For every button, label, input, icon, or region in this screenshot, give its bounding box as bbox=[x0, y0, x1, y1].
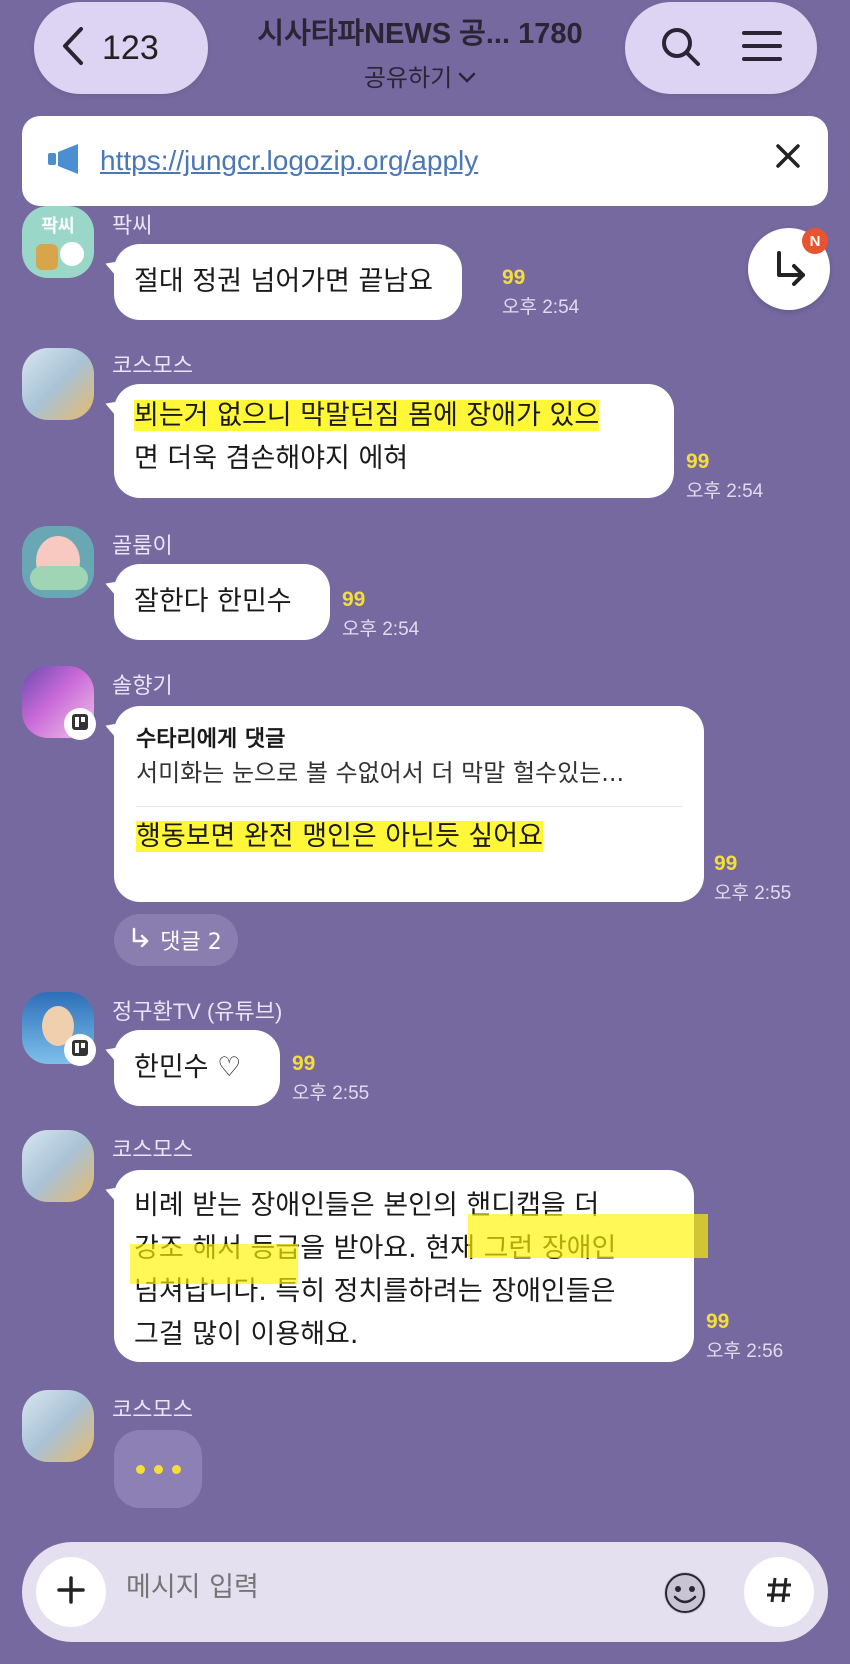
highlight-mark bbox=[468, 1214, 708, 1258]
bot-badge bbox=[64, 708, 96, 740]
sender-name: 정구환TV (유튜브) bbox=[112, 999, 283, 1024]
chevron-down-icon bbox=[458, 62, 476, 90]
unread-count: 99 bbox=[502, 266, 526, 289]
message-text: 잘한다 한민수 bbox=[134, 586, 292, 617]
unread-count: 99 bbox=[714, 852, 738, 875]
hashtag-button[interactable] bbox=[744, 1557, 814, 1627]
sender-name: 코스모스 bbox=[112, 1397, 193, 1422]
back-button[interactable]: 123 bbox=[34, 2, 208, 94]
unread-count: 99 bbox=[686, 450, 710, 473]
reply-divider bbox=[136, 806, 682, 807]
sender-name: 솔향기 bbox=[112, 673, 173, 698]
message-time: 오후 2:54 bbox=[502, 297, 580, 318]
reply-message-bubble[interactable]: 수타리에게 댓글 서미화는 눈으로 볼 수없어서 더 막말 헐수있는... 행동… bbox=[114, 706, 704, 902]
search-icon[interactable] bbox=[659, 25, 701, 71]
close-icon[interactable] bbox=[774, 142, 802, 174]
message-text: 뵈는거 없으니 막말던짐 몸에 장애가 있으 bbox=[134, 400, 600, 431]
message-meta: 99 오후 2:55 bbox=[292, 1052, 369, 1105]
message-meta: 99 오후 2:54 bbox=[686, 450, 763, 503]
message-time: 오후 2:54 bbox=[686, 481, 764, 502]
sender-name: 코스모스 bbox=[112, 353, 193, 378]
highlight-mark bbox=[130, 1244, 298, 1284]
message-meta: 99 오후 2:54 bbox=[502, 266, 579, 319]
message-meta: 99 오후 2:55 bbox=[714, 852, 791, 905]
sender-name: 코스모스 bbox=[112, 1137, 193, 1162]
chat-title: 시사타파NEWS 공... 1780 bbox=[257, 18, 583, 50]
message-bubble[interactable]: 뵈는거 없으니 막말던짐 몸에 장애가 있으 면 더욱 겸손해야지 에혀 bbox=[114, 384, 674, 498]
message-bubble[interactable]: 절대 정권 넘어가면 끝남요 bbox=[114, 244, 462, 320]
unread-count: 99 bbox=[706, 1310, 730, 1333]
share-menu[interactable]: 공유하기 bbox=[364, 58, 476, 93]
emoji-icon[interactable] bbox=[662, 1570, 708, 1620]
bot-badge bbox=[64, 1034, 96, 1066]
typing-indicator bbox=[114, 1430, 202, 1508]
jump-to-latest-button[interactable]: N bbox=[748, 228, 830, 310]
message-meta: 99 오후 2:56 bbox=[706, 1310, 783, 1363]
hashtag-icon bbox=[764, 1575, 794, 1609]
message-bubble[interactable]: 한민수 ♡ bbox=[114, 1030, 280, 1106]
reply-quote: 서미화는 눈으로 볼 수없어서 더 막말 헐수있는... bbox=[136, 759, 625, 787]
menu-icon[interactable] bbox=[741, 29, 783, 67]
message-time: 오후 2:55 bbox=[714, 883, 792, 904]
new-badge: N bbox=[802, 228, 828, 254]
megaphone-icon bbox=[46, 143, 82, 179]
avatar[interactable] bbox=[22, 1390, 94, 1462]
manager-icon bbox=[71, 1039, 89, 1061]
share-label: 공유하기 bbox=[363, 64, 453, 92]
avatar[interactable] bbox=[22, 348, 94, 420]
notice-link[interactable]: https://jungcr.logozip.org/apply bbox=[100, 145, 478, 177]
header-actions bbox=[625, 2, 817, 94]
message-text: 면 더욱 겸손해야지 에혀 bbox=[134, 443, 409, 474]
avatar-label: 팍씨 bbox=[41, 216, 75, 237]
chevron-left-icon bbox=[62, 26, 84, 70]
chat-header: 시사타파NEWS 공... 1780 공유하기 bbox=[230, 10, 610, 93]
sender-name: 팍씨 bbox=[112, 213, 153, 238]
message-text: 행동보면 완전 맹인은 아닌듯 싶어요 bbox=[136, 821, 543, 852]
message-text: 절대 정권 넘어가면 끝남요 bbox=[134, 266, 433, 297]
replies-count: 댓글 2 bbox=[160, 930, 222, 955]
avatar[interactable] bbox=[22, 526, 94, 598]
message-input-bar bbox=[22, 1542, 828, 1642]
attach-button[interactable] bbox=[36, 1557, 106, 1627]
unread-chat-count: 123 bbox=[102, 28, 159, 67]
avatar[interactable]: 팍씨 bbox=[22, 206, 94, 278]
message-text: 그걸 많이 이용해요. bbox=[134, 1319, 359, 1350]
manager-icon bbox=[71, 713, 89, 735]
avatar[interactable] bbox=[22, 1130, 94, 1202]
arrow-down-right-icon bbox=[769, 247, 809, 291]
sender-name: 골룸이 bbox=[112, 533, 173, 558]
unread-count: 99 bbox=[292, 1052, 316, 1075]
message-time: 오후 2:56 bbox=[706, 1341, 784, 1362]
message-meta: 99 오후 2:54 bbox=[342, 588, 419, 641]
message-input[interactable] bbox=[126, 1572, 626, 1603]
replies-button[interactable]: 댓글 2 bbox=[114, 914, 238, 966]
reply-target: 수타리에게 댓글 bbox=[136, 727, 286, 752]
message-bubble[interactable]: 잘한다 한민수 bbox=[114, 564, 330, 640]
plus-icon bbox=[56, 1575, 86, 1609]
unread-count: 99 bbox=[342, 588, 366, 611]
notice-banner[interactable]: https://jungcr.logozip.org/apply bbox=[22, 116, 828, 206]
reply-arrow-icon bbox=[130, 927, 150, 953]
message-time: 오후 2:54 bbox=[342, 619, 420, 640]
message-time: 오후 2:55 bbox=[292, 1083, 370, 1104]
message-text: 한민수 ♡ bbox=[134, 1052, 242, 1083]
